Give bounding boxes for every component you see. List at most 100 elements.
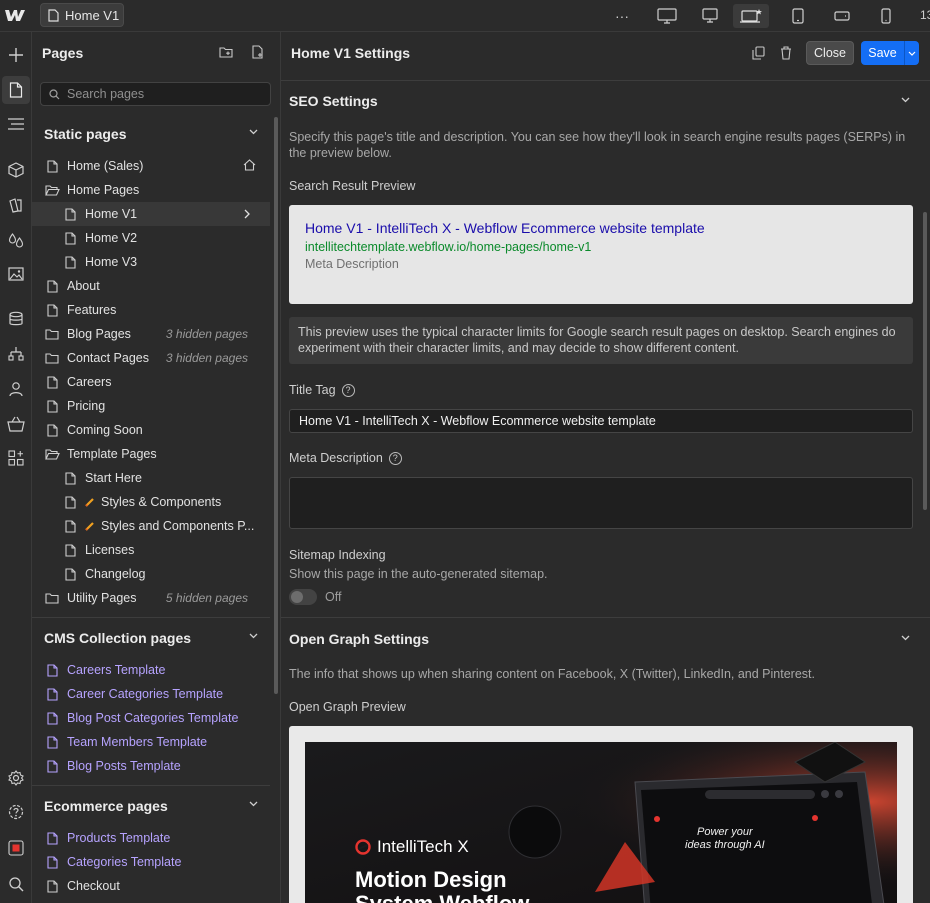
- open-graph-preview-label: Open Graph Preview: [289, 700, 406, 714]
- page-item[interactable]: About: [32, 274, 270, 298]
- ecommerce-pages-header[interactable]: Ecommerce pages: [32, 794, 270, 818]
- title-tag-label-text: Title Tag: [289, 383, 336, 397]
- og-headline-line-1: Motion Design: [355, 867, 507, 892]
- pencil-icon: [85, 521, 95, 531]
- cms-template-item[interactable]: Careers Template: [32, 658, 270, 682]
- meta-description-input[interactable]: [289, 477, 913, 529]
- pages-scrollbar[interactable]: [274, 117, 278, 694]
- page-item[interactable]: Utility Pages 5 hidden pages: [32, 586, 270, 610]
- pages-icon[interactable]: [2, 76, 30, 104]
- page-item[interactable]: Home V1: [32, 202, 270, 226]
- chevron-down-icon[interactable]: [901, 97, 910, 103]
- chevron-down-icon[interactable]: [249, 633, 258, 639]
- page-label: Utility Pages: [67, 591, 137, 605]
- search-pages-field[interactable]: [40, 82, 271, 106]
- new-folder-icon[interactable]: [219, 45, 233, 59]
- variables-icon[interactable]: [4, 228, 28, 252]
- page-icon: [44, 279, 60, 293]
- chevron-down-icon[interactable]: [249, 129, 258, 135]
- page-label: Home (Sales): [67, 159, 144, 173]
- page-item[interactable]: Changelog: [32, 562, 270, 586]
- cms-pages-header[interactable]: CMS Collection pages: [32, 626, 270, 650]
- cms-template-item[interactable]: Blog Post Categories Template: [32, 706, 270, 730]
- cms-template-item[interactable]: Career Categories Template: [32, 682, 270, 706]
- close-button[interactable]: Close: [806, 41, 854, 65]
- help-icon[interactable]: ?: [341, 383, 355, 397]
- seo-settings-heading: SEO Settings: [289, 93, 378, 109]
- current-page-tab[interactable]: Home V1: [40, 3, 124, 27]
- page-icon: [44, 375, 60, 389]
- search-icon[interactable]: [4, 872, 28, 896]
- page-item[interactable]: Home V3: [32, 250, 270, 274]
- open-graph-image: IntelliTech X Motion Design System Webfl…: [305, 742, 897, 903]
- page-item[interactable]: Start Here: [32, 466, 270, 490]
- webflow-logo-icon[interactable]: [5, 9, 25, 22]
- trash-icon[interactable]: [780, 46, 792, 60]
- more-icon[interactable]: ···: [612, 4, 632, 28]
- page-item[interactable]: Styles & Components: [32, 490, 270, 514]
- save-button[interactable]: Save: [861, 41, 904, 65]
- page-item[interactable]: Template Pages: [32, 442, 270, 466]
- cms-page-icon: [44, 711, 60, 725]
- desktop-icon[interactable]: [697, 4, 723, 28]
- divider: [281, 80, 930, 81]
- settings-scrollbar[interactable]: [923, 212, 927, 510]
- ecommerce-page-item[interactable]: Products Template: [32, 826, 270, 850]
- title-tag-input[interactable]: [289, 409, 913, 433]
- duplicate-icon[interactable]: [752, 46, 765, 60]
- save-options-button[interactable]: [904, 41, 919, 65]
- settings-icon[interactable]: [4, 766, 28, 790]
- ecommerce-page-item[interactable]: Categories Template: [32, 850, 270, 874]
- assets-icon[interactable]: [4, 262, 28, 286]
- page-label: Licenses: [85, 543, 135, 557]
- static-pages-header[interactable]: Static pages: [32, 122, 270, 146]
- chevron-right-icon[interactable]: [244, 209, 250, 219]
- page-item[interactable]: Features: [32, 298, 270, 322]
- section-title: Static pages: [44, 126, 127, 142]
- sitemap-toggle[interactable]: [289, 589, 317, 605]
- add-icon[interactable]: [4, 43, 28, 67]
- chevron-down-icon[interactable]: [901, 635, 910, 641]
- page-item[interactable]: Coming Soon: [32, 418, 270, 442]
- page-item[interactable]: Contact Pages 3 hidden pages: [32, 346, 270, 370]
- page-item[interactable]: Licenses: [32, 538, 270, 562]
- page-icon: [62, 543, 78, 557]
- tablet-icon[interactable]: [786, 4, 810, 28]
- cms-icon[interactable]: [4, 307, 28, 331]
- cms-template-item[interactable]: Blog Posts Template: [32, 754, 270, 778]
- toggle-knob: [291, 591, 303, 603]
- page-item[interactable]: Styles and Components P...: [32, 514, 270, 538]
- users-icon[interactable]: [4, 377, 28, 401]
- page-item[interactable]: Careers: [32, 370, 270, 394]
- page-label: Categories Template: [67, 855, 182, 869]
- mobile-portrait-icon[interactable]: [874, 4, 898, 28]
- page-label: Styles & Components: [101, 495, 222, 509]
- navigator-icon[interactable]: [4, 112, 28, 136]
- page-icon: [44, 159, 60, 173]
- apps-icon[interactable]: [4, 446, 28, 470]
- desktop-large-icon[interactable]: [654, 4, 680, 28]
- page-item[interactable]: Home (Sales): [32, 154, 270, 178]
- record-icon[interactable]: [4, 836, 28, 860]
- desktop-base-star-icon[interactable]: [733, 4, 769, 28]
- folder-open-icon: [44, 184, 60, 196]
- page-item[interactable]: Home V2: [32, 226, 270, 250]
- chevron-down-icon[interactable]: [249, 801, 258, 807]
- page-item[interactable]: Home Pages: [32, 178, 270, 202]
- search-pages-input[interactable]: [67, 87, 267, 101]
- logic-icon[interactable]: [4, 342, 28, 366]
- search-icon: [49, 88, 60, 100]
- mobile-landscape-icon[interactable]: [830, 4, 854, 28]
- page-item[interactable]: Pricing: [32, 394, 270, 418]
- page-item[interactable]: Blog Pages 3 hidden pages: [32, 322, 270, 346]
- help-icon[interactable]: [4, 800, 28, 824]
- cms-template-item[interactable]: Team Members Template: [32, 730, 270, 754]
- ecommerce-icon[interactable]: [4, 412, 28, 436]
- page-label: Careers: [67, 375, 112, 389]
- help-icon[interactable]: ?: [388, 451, 402, 465]
- components-icon[interactable]: [4, 158, 28, 182]
- styles-icon[interactable]: [4, 193, 28, 217]
- new-page-icon[interactable]: [251, 45, 265, 59]
- ecommerce-page-item[interactable]: Checkout: [32, 874, 270, 898]
- og-brand-name: IntelliTech X: [377, 837, 469, 856]
